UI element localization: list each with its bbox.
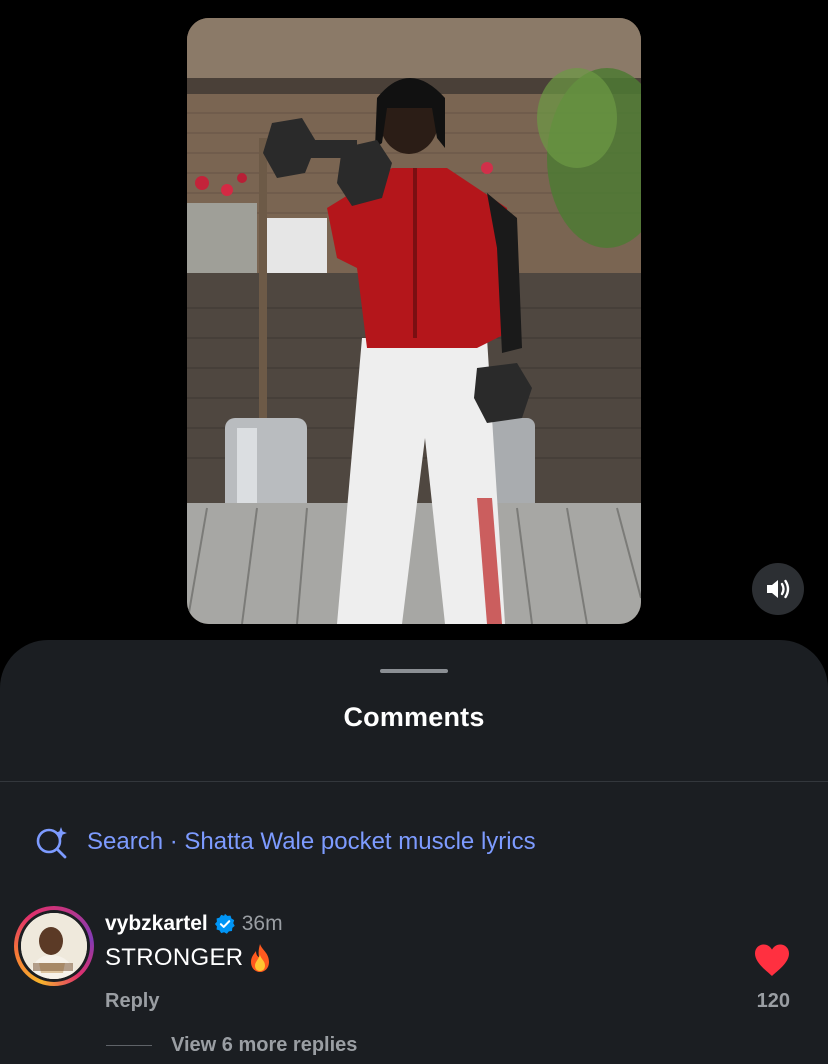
- reply-button[interactable]: Reply: [105, 990, 159, 1013]
- sheet-divider: [0, 781, 828, 782]
- view-replies-text: View 6 more replies: [171, 1033, 358, 1056]
- comment-header: vybzkartel 36m: [105, 910, 283, 938]
- commenter-avatar[interactable]: [14, 906, 94, 986]
- avatar-image: [21, 913, 87, 979]
- fire-icon: [251, 944, 270, 972]
- comment-text: STRONGER: [105, 944, 244, 971]
- video-frame: [187, 18, 641, 624]
- comment-body: STRONGER: [105, 942, 273, 974]
- like-count: 120: [756, 990, 790, 1012]
- audio-toggle-button[interactable]: [752, 563, 804, 615]
- sheet-title: Comments: [343, 702, 485, 732]
- comment-username[interactable]: vybzkartel: [105, 912, 208, 936]
- related-search-text: Search · Shatta Wale pocket muscle lyric…: [87, 828, 536, 855]
- comment-time: 36m: [241, 912, 283, 935]
- sheet-drag-handle[interactable]: [380, 669, 448, 673]
- view-more-replies-button[interactable]: View 6 more replies: [106, 1033, 357, 1057]
- reel-video[interactable]: [187, 18, 641, 624]
- sparkle-search-icon: [36, 827, 67, 859]
- comments-sheet: Comments Search · Shatta Wale pocket mus…: [0, 640, 828, 1064]
- verified-badge-icon: [214, 913, 235, 934]
- speaker-volume-icon: [767, 579, 790, 599]
- related-search-link[interactable]: Search · Shatta Wale pocket muscle lyric…: [34, 825, 536, 859]
- like-heart-icon[interactable]: [753, 943, 791, 977]
- replies-indent-line: [106, 1044, 152, 1046]
